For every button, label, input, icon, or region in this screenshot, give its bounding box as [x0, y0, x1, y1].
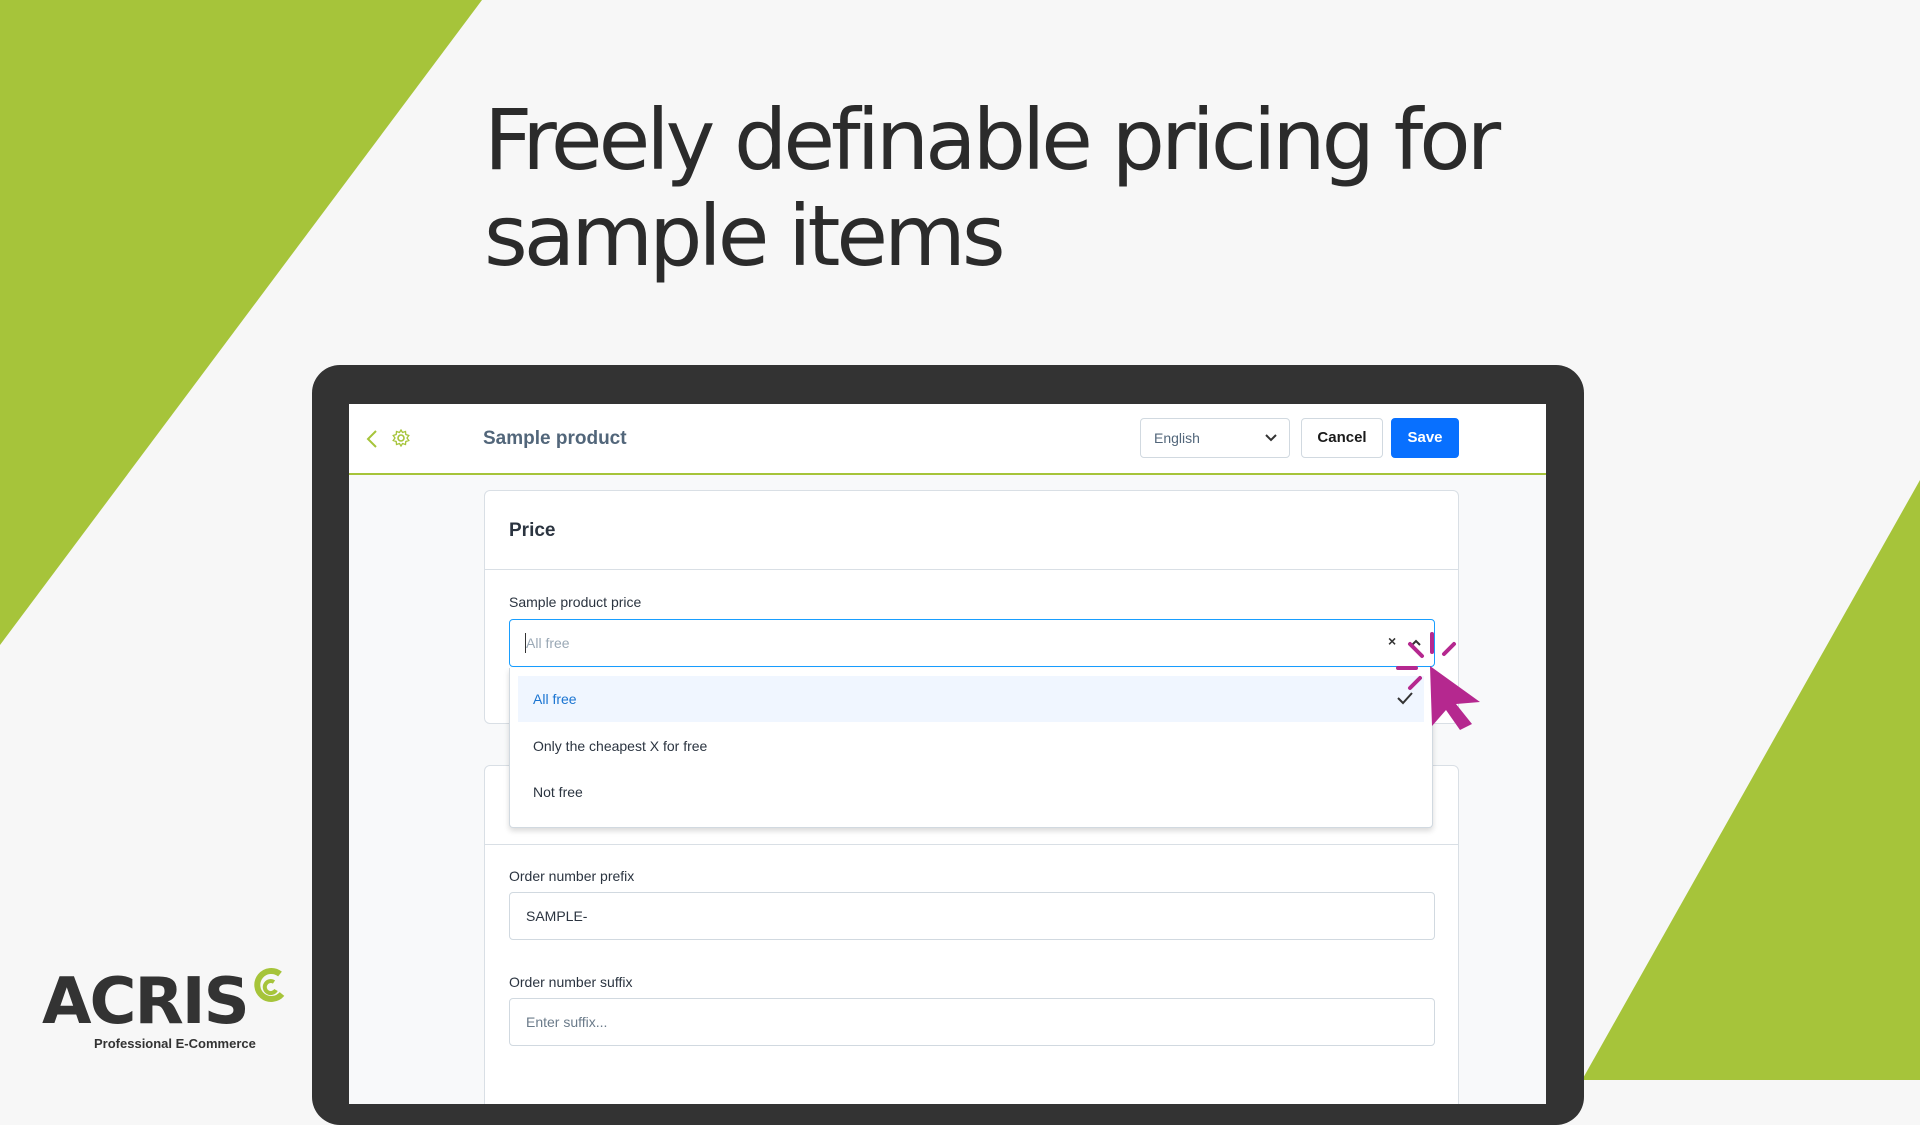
- order-suffix-placeholder: Enter suffix...: [526, 1014, 608, 1030]
- option-label: Not free: [533, 784, 583, 800]
- mouse-pointer-icon: [1396, 632, 1480, 730]
- page-title: Sample product: [483, 428, 627, 449]
- chevron-down-icon: [1265, 434, 1277, 442]
- option-not-free[interactable]: Not free: [518, 769, 1424, 815]
- gear-icon[interactable]: [392, 429, 410, 447]
- price-card-title: Price: [509, 520, 556, 541]
- order-prefix-input[interactable]: SAMPLE-: [509, 892, 1435, 940]
- option-label: Only the cheapest X for free: [533, 738, 708, 754]
- option-cheapest-free[interactable]: Only the cheapest X for free: [518, 723, 1424, 769]
- page-headline: Freely definable pricing for sample item…: [484, 92, 1604, 284]
- logo-swirl-icon: [254, 967, 285, 1002]
- chevron-left-icon[interactable]: [364, 429, 380, 449]
- sample-price-label: Sample product price: [509, 594, 642, 610]
- admin-screen: Sample product English Cancel Save Price…: [349, 404, 1546, 1104]
- headline-line-2: sample items: [484, 187, 1006, 285]
- order-prefix-value: SAMPLE-: [526, 908, 588, 924]
- logo-tagline: Professional E-Commerce: [94, 1036, 256, 1051]
- option-all-free[interactable]: All free: [518, 676, 1424, 722]
- acris-logo: ACRIS Professional E-Commerce: [42, 965, 302, 1051]
- language-select[interactable]: English: [1140, 418, 1290, 458]
- cancel-button[interactable]: Cancel: [1301, 418, 1383, 458]
- sample-price-select[interactable]: All free ×: [509, 619, 1435, 667]
- sample-price-placeholder: All free: [526, 635, 570, 651]
- order-prefix-label: Order number prefix: [509, 868, 635, 884]
- save-button[interactable]: Save: [1391, 418, 1459, 458]
- option-label: All free: [533, 691, 577, 707]
- headline-line-1: Freely definable pricing for: [484, 91, 1501, 189]
- language-value: English: [1154, 430, 1200, 446]
- price-options-dropdown: All free Only the cheapest X for free No…: [509, 668, 1433, 828]
- laptop-frame: Sample product English Cancel Save Price…: [312, 365, 1584, 1125]
- price-card-header: Price: [485, 491, 1458, 570]
- order-suffix-input[interactable]: Enter suffix...: [509, 998, 1435, 1046]
- logo-wordmark: ACRIS: [42, 965, 250, 1039]
- top-bar: Sample product English Cancel Save: [349, 404, 1546, 475]
- order-suffix-label: Order number suffix: [509, 974, 633, 990]
